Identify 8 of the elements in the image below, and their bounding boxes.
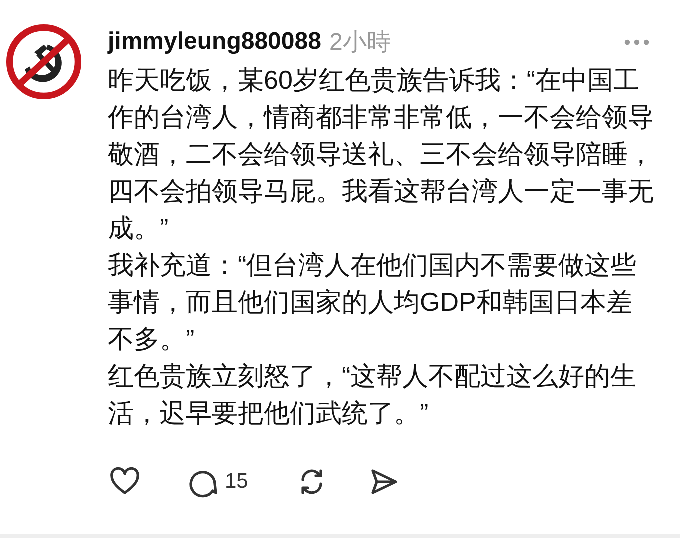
post-paragraph: 我补充道：“但台湾人在他们国内不需要做这些事情，而且他们国家的人均GDP和韩国日本差不多。” [108, 249, 638, 356]
username[interactable]: jimmyleung880088 [108, 28, 322, 56]
comment-count: 15 [225, 470, 248, 494]
post-time: 2小時 [329, 28, 391, 58]
avatar-icon [6, 24, 82, 100]
more-icon[interactable] [624, 38, 650, 46]
post-paragraph: 红色贵族立刻怒了，“这帮人不配过这么好的生活，迟早要把他们武统了。” [108, 360, 638, 430]
post-paragraph: 昨天吃饭，某60岁红色贵族告诉我：“在中国工作的台湾人，情商都非常非常低，一不会给领导敬酒，二不会给领导送礼、三不会给领导陪睡，四不会拍领导马屁。我看这帮台湾人一定一事无成。” [108, 64, 655, 245]
